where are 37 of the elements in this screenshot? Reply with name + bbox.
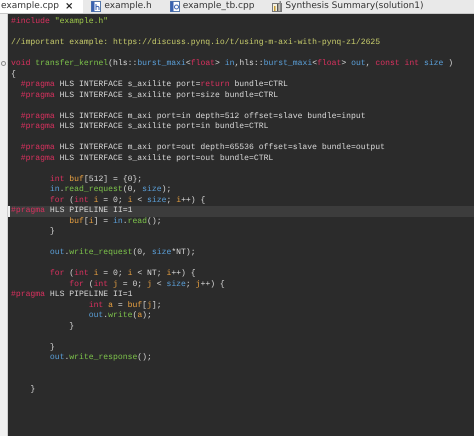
code-line: } [48, 227, 56, 238]
code-line: out.write(a); [88, 311, 153, 322]
file-icon [170, 1, 180, 12]
editor-tab[interactable]: example.h [83, 0, 162, 13]
editor-tab[interactable]: example_tb.cpp [162, 0, 264, 13]
code-line: for (int i = 0; i < NT; i++) { [48, 269, 197, 280]
code-line: #include "example.h" [10, 17, 110, 28]
tab-label: Synthesis Summary(solution1) [285, 0, 424, 13]
file-icon [91, 1, 102, 12]
fold-marker-icon[interactable] [1, 61, 6, 66]
tab-label: example_tb.cpp [182, 0, 254, 13]
code-line: int buf[512] = {0}; [48, 174, 144, 185]
code-line: in.read_request(0, size); [48, 185, 172, 196]
code-line: } [48, 342, 56, 353]
code-line: out.write_request(0, size*NT); [48, 248, 197, 258]
code-line: #pragma HLS INTERFACE m_axi port=in depth=512 offset=slave bundle=input [20, 112, 367, 122]
code-line: for (int i = 0; i < size; i++) { [48, 196, 206, 206]
editor-tab[interactable]: example.cpp × [0, 0, 84, 13]
editor-tab[interactable]: Synthesis Summary(solution1) [264, 0, 434, 13]
code-line: } [29, 384, 36, 395]
code-line: { [10, 70, 17, 80]
code-line: buf[i] = in.read(); [68, 216, 163, 227]
code-line: #pragma HLS INTERFACE s_axilite port=return bundle=CTRL [20, 80, 289, 90]
code-line: #pragma HLS PIPELINE II=1 [10, 290, 134, 300]
close-icon[interactable]: × [64, 0, 74, 12]
code-line: #pragma HLS INTERFACE m_axi port=out depth=65536 offset=slave bundle=output [20, 143, 386, 154]
code-line: int a = buf[j]; [88, 300, 163, 311]
code-line: #pragma HLS INTERFACE s_axilite port=size bundle=CTRL [20, 90, 280, 101]
code-line: } [68, 322, 76, 332]
tab-label: example.h [104, 0, 152, 13]
code-line: #pragma HLS INTERFACE s_axilite port=in bundle=CTRL [20, 122, 270, 132]
code-line: //important example: https://discuss.pynq.io/t/using-m-axi-with-pynq-z1/2625 [10, 38, 382, 48]
code-line: void transfer_kernel(hls::burst_maxi<float> in,hls::burst_maxi<float> out, const int size ) [10, 59, 454, 70]
code-line: out.write_response(); [48, 353, 153, 364]
code-line: for (int j = 0; j < size; j++) { [68, 280, 226, 290]
tab-label: example.cpp [1, 0, 59, 13]
code-line: #pragma HLS INTERFACE s_axilite port=out bundle=CTRL [20, 154, 274, 164]
